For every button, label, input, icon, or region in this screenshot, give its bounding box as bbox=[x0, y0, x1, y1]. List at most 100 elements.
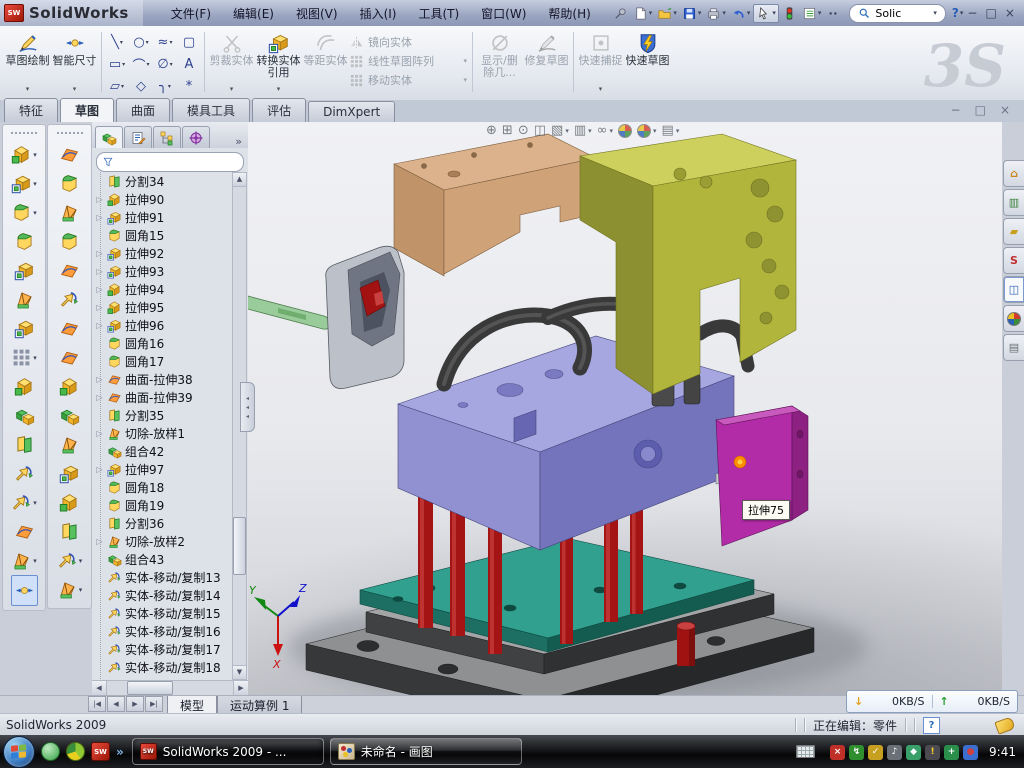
text-button[interactable]: A bbox=[177, 53, 201, 75]
expand-arrow-icon[interactable]: ▷ bbox=[95, 375, 104, 384]
featuremanager-tab[interactable] bbox=[95, 126, 123, 148]
sweep-button[interactable] bbox=[57, 140, 82, 169]
measure-button[interactable] bbox=[11, 575, 38, 606]
tray-sync-blocked-icon[interactable]: ● bbox=[963, 745, 978, 760]
tab-ribbon-2[interactable]: 曲面 bbox=[116, 98, 170, 122]
chevron-down-icon[interactable]: ▾ bbox=[673, 9, 677, 17]
delete-body-button[interactable] bbox=[57, 459, 82, 488]
tab-ribbon-1[interactable]: 草图 bbox=[60, 98, 114, 122]
chevron-down-icon[interactable]: ▾ bbox=[277, 83, 281, 96]
tree-item[interactable]: 实体-移动/复制14 bbox=[95, 586, 248, 604]
tree-item[interactable]: ▷曲面-拉伸38 bbox=[95, 370, 248, 388]
expand-arrow-icon[interactable]: ▷ bbox=[95, 303, 104, 312]
tab-ribbon-0[interactable]: 特征 bbox=[4, 98, 58, 122]
taskbar-button-paint[interactable]: 未命名 - 画图 bbox=[330, 738, 522, 765]
dome-button[interactable] bbox=[57, 227, 82, 256]
chevron-down-icon[interactable]: ▾ bbox=[33, 557, 37, 565]
expand-arrow-icon[interactable]: ▷ bbox=[95, 285, 104, 294]
quick-launch-expand-icon[interactable]: » bbox=[116, 745, 124, 759]
helix-button[interactable]: ▾ bbox=[9, 546, 39, 575]
thicken-button[interactable] bbox=[57, 372, 82, 401]
boundary-button[interactable] bbox=[57, 256, 82, 285]
tree-item[interactable]: 圆角18 bbox=[95, 478, 248, 496]
zoom-to-area-button[interactable]: ⊞ bbox=[502, 123, 513, 138]
hole-wizard-button[interactable] bbox=[12, 314, 37, 343]
keyboard-layout-icon[interactable] bbox=[796, 745, 815, 758]
chevron-down-icon[interactable]: ▾ bbox=[79, 586, 83, 594]
options-button[interactable]: ▾ bbox=[800, 5, 824, 22]
task-pane-tab-solidworks-search[interactable]: S bbox=[1003, 247, 1024, 274]
display-style-button[interactable]: ▥▾ bbox=[574, 123, 592, 138]
chevron-down-icon[interactable]: ▾ bbox=[120, 39, 123, 46]
chevron-down-icon[interactable]: ▾ bbox=[147, 61, 150, 68]
tree-item[interactable]: 圆角17 bbox=[95, 352, 248, 370]
panel-splitter-handle[interactable]: ◂◂◂ bbox=[240, 382, 255, 432]
expand-arrow-icon[interactable]: ▷ bbox=[95, 393, 104, 402]
tree-item[interactable]: 实体-移动/复制16 bbox=[95, 622, 248, 640]
bend-button[interactable] bbox=[57, 430, 82, 459]
loft-button[interactable] bbox=[57, 198, 82, 227]
sketch-fillet-button[interactable]: ╮▾ bbox=[153, 75, 177, 97]
menu-item-1[interactable]: 编辑(E) bbox=[223, 2, 284, 25]
taskbar-clock[interactable]: 9:41 bbox=[989, 745, 1016, 759]
open-button[interactable]: ▾ bbox=[655, 5, 679, 22]
solidworks-launcher-button[interactable]: SW bbox=[91, 742, 110, 761]
tab-scroll-button-1[interactable]: ◀ bbox=[107, 696, 125, 712]
tree-item[interactable]: 圆角19 bbox=[95, 496, 248, 514]
chevron-down-icon[interactable]: ▾ bbox=[79, 557, 83, 565]
dimxpertmanager-tab[interactable] bbox=[182, 126, 210, 148]
messenger-button[interactable] bbox=[41, 742, 60, 761]
intersect-2-button[interactable]: ▾ bbox=[55, 546, 85, 575]
select-button[interactable]: ▾ bbox=[753, 4, 779, 23]
search-box[interactable]: ▾ bbox=[849, 4, 946, 23]
expand-arrow-icon[interactable]: ▷ bbox=[95, 195, 104, 204]
tree-item[interactable]: 组合42 bbox=[95, 442, 248, 460]
tree-item[interactable]: ▷拉伸90 bbox=[95, 190, 248, 208]
chevron-down-icon[interactable]: ▾ bbox=[599, 83, 603, 96]
model-top-plate[interactable] bbox=[394, 134, 596, 276]
flex-button[interactable] bbox=[57, 285, 82, 314]
chevron-down-icon[interactable]: ▾ bbox=[26, 83, 30, 96]
undo-button[interactable]: ▾ bbox=[729, 5, 753, 22]
tree-item[interactable]: ▷切除-放样1 bbox=[95, 424, 248, 442]
help-button[interactable]: ? bbox=[952, 6, 959, 20]
tab-scroll-button-2[interactable]: ▶ bbox=[126, 696, 144, 712]
view-settings-button[interactable]: ▤▾ bbox=[662, 123, 680, 138]
tag-icon[interactable] bbox=[994, 716, 1015, 734]
task-pane-tab-view-palette[interactable]: ◫ bbox=[1003, 276, 1024, 303]
tree-item[interactable]: ▷切除-放样2 bbox=[95, 532, 248, 550]
chevron-down-icon[interactable]: ▾ bbox=[676, 127, 680, 135]
shell-button[interactable] bbox=[12, 256, 37, 285]
zoom-fit-button[interactable]: ⊕ bbox=[486, 123, 497, 138]
helix-spiral-button[interactable]: ▾ bbox=[55, 575, 85, 604]
expand-arrow-icon[interactable]: ▷ bbox=[95, 249, 104, 258]
model-red-pin-base[interactable] bbox=[677, 622, 695, 666]
restore-button[interactable]: □ bbox=[985, 6, 996, 20]
hide-show-items-button[interactable]: ∞▾ bbox=[597, 123, 613, 138]
chevron-down-icon[interactable]: ▾ bbox=[169, 39, 172, 46]
edit-appearance-button[interactable] bbox=[618, 124, 632, 138]
circle-button[interactable]: ○▾ bbox=[129, 31, 153, 53]
chevron-down-icon[interactable]: ▾ bbox=[33, 499, 37, 507]
tree-item[interactable]: ▷拉伸95 bbox=[95, 298, 248, 316]
quick-tips-button[interactable]: ? bbox=[923, 717, 940, 734]
chevron-down-icon[interactable]: ▾ bbox=[649, 9, 653, 17]
task-pane-tab-solidworks-resources[interactable]: ⌂ bbox=[1003, 160, 1024, 187]
wrap-button[interactable] bbox=[57, 401, 82, 430]
chevron-down-icon[interactable]: ▾ bbox=[565, 127, 569, 135]
minimize-button[interactable]: − bbox=[967, 6, 977, 20]
arc-button[interactable]: ⌒▾ bbox=[129, 53, 153, 75]
split-body-2-button[interactable] bbox=[57, 517, 82, 546]
chevron-down-icon[interactable]: ▾ bbox=[588, 127, 592, 135]
surface-extrude-button[interactable] bbox=[57, 343, 82, 372]
expand-arrow-icon[interactable]: ▷ bbox=[95, 465, 104, 474]
rectangle-button[interactable]: ▭▾ bbox=[105, 53, 129, 75]
tree-item[interactable]: ▷曲面-拉伸39 bbox=[95, 388, 248, 406]
tree-item[interactable]: 组合43 bbox=[95, 550, 248, 568]
antivirus-ball-button[interactable] bbox=[66, 742, 85, 761]
magnified-selection-button[interactable]: ⊙ bbox=[518, 123, 529, 138]
rapid-sketch-button[interactable]: 快速草图 bbox=[624, 28, 671, 96]
chevron-down-icon[interactable]: ▾ bbox=[698, 9, 702, 17]
move-copy-bodies-button[interactable] bbox=[12, 459, 37, 488]
tree-item[interactable]: 圆角16 bbox=[95, 334, 248, 352]
